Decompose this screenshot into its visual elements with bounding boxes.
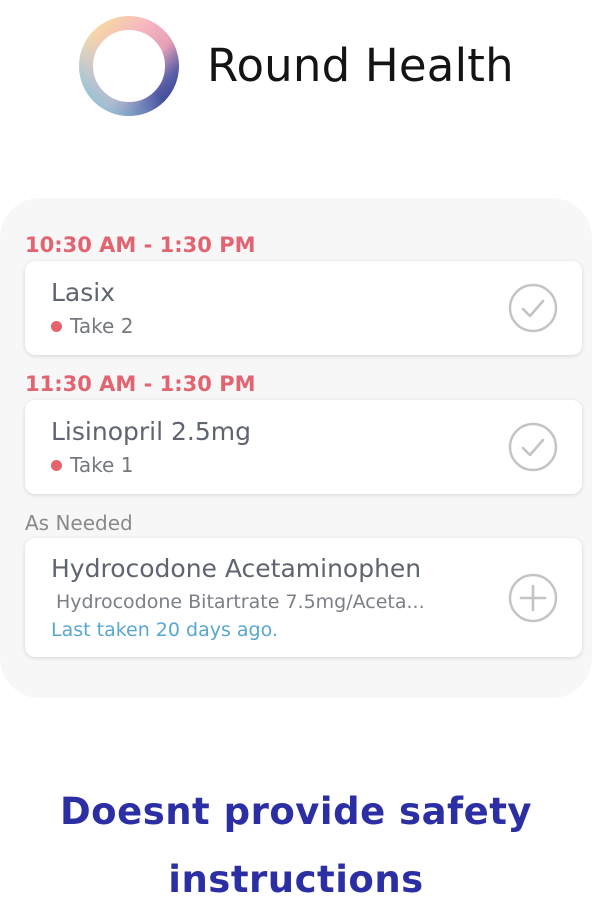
app-header: Round Health [0,0,592,140]
last-taken-text: Last taken 20 days ago. [51,619,278,641]
check-circle-icon[interactable] [508,283,558,333]
dose-dot-icon [51,459,62,471]
check-circle-icon[interactable] [508,422,558,472]
medication-detail: Hydrocodone Bitartrate 7.5mg/Aceta... [56,591,425,613]
dose-dot-icon [51,320,62,332]
dose-text: Take 1 [70,453,134,477]
as-needed-label: As Needed [25,511,133,535]
medication-name: Lisinopril 2.5mg [51,417,251,446]
dose-row: Take 1 [51,452,133,478]
medication-name: Hydrocodone Acetaminophen [51,554,422,583]
caption-line-1: Doesnt provide safety [59,790,533,833]
plus-circle-icon[interactable] [508,573,558,623]
time-window-label: 11:30 AM - 1:30 PM [25,372,256,396]
medication-name: Lasix [51,278,116,307]
app-title: Round Health [207,39,514,92]
dose-row: Take 2 [51,313,133,339]
caption-line-2: instructions [168,858,424,901]
medication-panel: 10:30 AM - 1:30 PM Lasix Take 2 11:30 AM… [0,198,592,698]
caption-text: Doesnt provide safety instructions [0,778,592,914]
medication-card-lisinopril[interactable]: Lisinopril 2.5mg Take 1 [25,400,582,494]
ring-logo-icon [79,16,179,116]
dose-text: Take 2 [70,314,134,338]
medication-card-hydrocodone[interactable]: Hydrocodone Acetaminophen Hydrocodone Bi… [25,538,582,657]
time-window-label: 10:30 AM - 1:30 PM [25,233,256,257]
medication-card-lasix[interactable]: Lasix Take 2 [25,261,582,355]
